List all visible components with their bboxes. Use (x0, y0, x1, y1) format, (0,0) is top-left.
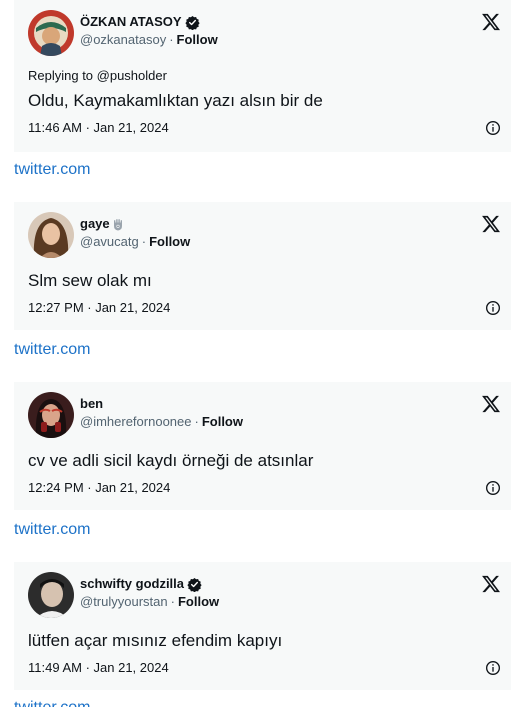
x-logo-icon[interactable] (481, 214, 501, 234)
handle-line: @imherefornoonee · Follow (80, 413, 243, 431)
display-name[interactable]: ÖZKAN ATASOY (80, 13, 218, 31)
avatar[interactable] (28, 572, 74, 618)
info-icon[interactable] (485, 120, 501, 136)
tweet-text: cv ve adli sicil kaydı örneği de atsınla… (28, 451, 314, 470)
hamsa-emoji-icon (112, 218, 124, 231)
display-name-text[interactable]: gaye (80, 215, 110, 233)
tweet-card[interactable]: schwifty godzilla @trulyyourstan · Follow … (14, 562, 511, 690)
author-names: gaye @avucatg · Follow (80, 215, 190, 251)
tweet-header: ÖZKAN ATASOY @ozkanatasoy · Follow (28, 10, 511, 58)
follow-button[interactable]: Follow (149, 234, 190, 249)
display-name[interactable]: ben (80, 395, 243, 413)
tweet-header: gaye @avucatg · Follow (28, 212, 511, 260)
info-icon[interactable] (485, 660, 501, 676)
follow-button[interactable]: Follow (178, 594, 219, 609)
source-link[interactable]: twitter.com (14, 340, 90, 360)
follow-button[interactable]: Follow (202, 414, 243, 429)
tweet-header: ben @imherefornoonee · Follow (28, 392, 511, 440)
tweet-card[interactable]: gaye @avucatg · Follow Slm sew olak mı 12:… (14, 202, 511, 330)
tweet-card[interactable]: ÖZKAN ATASOY @ozkanatasoy · Follow Replyin… (14, 0, 511, 152)
info-icon[interactable] (485, 300, 501, 316)
tweet-timestamp[interactable]: 12:24 PM · Jan 21, 2024 (28, 480, 170, 496)
tweet-text: Slm sew olak mı (28, 271, 152, 290)
display-name-text[interactable]: schwifty godzilla (80, 575, 184, 593)
handle-line: @trulyyourstan · Follow (80, 593, 219, 611)
source-link[interactable]: twitter.com (14, 520, 90, 540)
handle-line: @avucatg · Follow (80, 233, 190, 251)
avatar[interactable] (28, 10, 74, 56)
separator-dot: · (194, 414, 199, 429)
x-logo-icon[interactable] (481, 574, 501, 594)
x-logo-icon[interactable] (481, 394, 501, 414)
info-icon[interactable] (485, 480, 501, 496)
display-name[interactable]: gaye (80, 215, 190, 233)
replying-to[interactable]: Replying to @pusholder (28, 68, 167, 84)
source-link[interactable]: twitter.com (14, 160, 90, 180)
handle-line: @ozkanatasoy · Follow (80, 31, 218, 49)
separator-dot: · (170, 594, 175, 609)
follow-button[interactable]: Follow (177, 32, 218, 47)
separator-dot: · (169, 32, 174, 47)
tweet-card[interactable]: ben @imherefornoonee · Follow cv ve adli s… (14, 382, 511, 510)
handle[interactable]: @imherefornoonee (80, 414, 191, 429)
display-name[interactable]: schwifty godzilla (80, 575, 219, 593)
source-link[interactable]: twitter.com (14, 698, 90, 707)
separator-dot: · (141, 234, 147, 249)
tweet-text: lütfen açar mısınız efendim kapıyı (28, 631, 283, 650)
tweet-text: Oldu, Kaymakamlıktan yazı alsın bir de (28, 91, 323, 110)
handle[interactable]: @ozkanatasoy (80, 32, 166, 47)
handle[interactable]: @avucatg (80, 234, 139, 249)
x-logo-icon[interactable] (481, 12, 501, 32)
tweet-timestamp[interactable]: 12:27 PM · Jan 21, 2024 (28, 300, 170, 316)
author-names: ben @imherefornoonee · Follow (80, 395, 243, 431)
tweet-timestamp[interactable]: 11:46 AM · Jan 21, 2024 (28, 120, 169, 136)
display-name-text[interactable]: ben (80, 395, 103, 413)
avatar[interactable] (28, 392, 74, 438)
display-name-text[interactable]: ÖZKAN ATASOY (80, 13, 182, 31)
tweet-header: schwifty godzilla @trulyyourstan · Follow (28, 572, 511, 620)
avatar[interactable] (28, 212, 74, 258)
verified-badge-icon (187, 577, 202, 592)
verified-badge-icon (184, 15, 200, 30)
author-names: ÖZKAN ATASOY @ozkanatasoy · Follow (80, 13, 218, 49)
handle[interactable]: @trulyyourstan (80, 594, 168, 609)
author-names: schwifty godzilla @trulyyourstan · Follow (80, 575, 219, 611)
tweet-timestamp[interactable]: 11:49 AM · Jan 21, 2024 (28, 660, 169, 676)
